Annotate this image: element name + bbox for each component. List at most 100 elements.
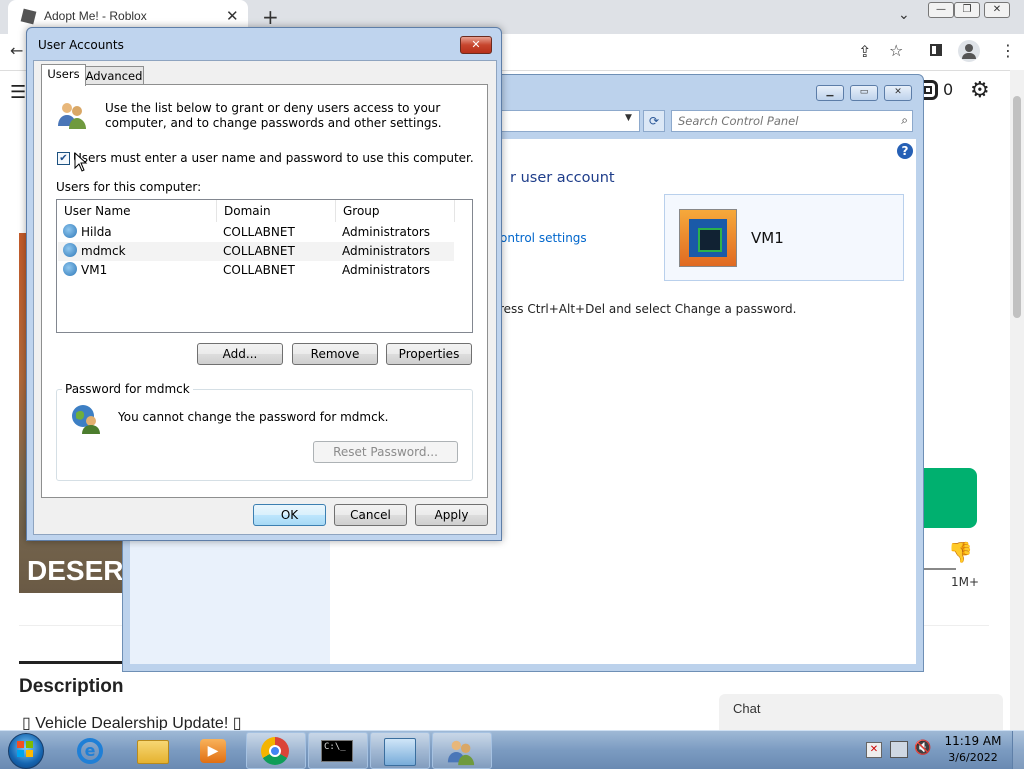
hamburger-menu-icon[interactable]: ☰ — [10, 82, 26, 103]
row-domain: COLLABNET — [223, 263, 295, 277]
close-tab-icon[interactable]: ✕ — [226, 7, 239, 25]
dialog-close-button[interactable]: ✕ — [460, 36, 492, 54]
cp-close-button[interactable]: ✕ — [884, 85, 912, 101]
require-password-label[interactable]: Users must enter a user name and passwor… — [73, 151, 474, 165]
users-tab-panel: Use the list below to grant or deny user… — [41, 84, 488, 498]
vote-bar — [920, 568, 956, 570]
add-user-button[interactable]: Add... — [197, 343, 283, 365]
user-accounts-icon — [447, 740, 475, 766]
browser-close-button[interactable]: ✕ — [984, 2, 1010, 18]
user-icon — [63, 243, 77, 257]
user-card[interactable]: VM1 — [664, 194, 904, 281]
control-panel-taskbar-button[interactable] — [370, 732, 430, 769]
roblox-favicon-icon — [20, 8, 37, 25]
mouse-cursor-icon — [74, 152, 88, 172]
chat-panel[interactable]: Chat — [719, 694, 1003, 730]
password-groupbox — [56, 389, 473, 481]
restore-button[interactable]: ❐ — [954, 2, 980, 18]
network-icon[interactable] — [890, 741, 908, 758]
bookmark-star-icon[interactable]: ☆ — [889, 41, 903, 60]
side-panel-icon[interactable] — [930, 44, 942, 56]
robux-count: 0 — [943, 80, 954, 99]
share-icon[interactable]: ⇪ — [858, 42, 871, 61]
minimize-button[interactable]: — — [928, 2, 954, 18]
column-header-domain[interactable]: Domain — [217, 200, 336, 222]
browser-tab-title: Adopt Me! - Roblox — [44, 9, 147, 23]
search-input[interactable] — [676, 112, 890, 130]
chat-label: Chat — [733, 701, 761, 716]
row-group: Administrators — [342, 263, 431, 277]
row-domain: COLLABNET — [223, 225, 295, 239]
properties-button[interactable]: Properties — [386, 343, 472, 365]
new-tab-button[interactable]: + — [262, 5, 279, 29]
remove-user-button[interactable]: Remove — [292, 343, 378, 365]
volume-muted-icon[interactable]: 🔇 — [914, 740, 931, 756]
description-heading: Description — [19, 676, 124, 697]
reset-password-button[interactable]: Reset Password... — [313, 441, 458, 463]
help-icon[interactable]: ? — [897, 143, 913, 159]
row-group: Administrators — [342, 244, 431, 258]
clock-time[interactable]: 11:19 AM — [940, 734, 1006, 748]
play-icon: ▶ — [200, 739, 226, 763]
table-row[interactable]: mdmck COLLABNET Administrators — [58, 242, 454, 261]
dislike-count: 1M+ — [951, 575, 980, 589]
start-button[interactable] — [4, 731, 46, 769]
refresh-icon[interactable]: ⟳ — [643, 110, 665, 132]
user-card-name: VM1 — [751, 229, 784, 247]
back-arrow-icon[interactable]: ← — [10, 41, 23, 60]
cp-maximize-button[interactable]: ▭ — [850, 85, 878, 101]
intro-text: Use the list below to grant or deny user… — [105, 101, 442, 130]
ie-icon: e — [77, 738, 103, 764]
chrome-icon — [261, 737, 289, 765]
windows-flag-icon — [17, 741, 33, 757]
column-header-group[interactable]: Group — [336, 200, 455, 222]
tab-advanced[interactable]: Advanced — [84, 66, 144, 85]
settings-gear-icon[interactable]: ⚙ — [970, 78, 990, 103]
explorer-taskbar-button[interactable] — [122, 732, 182, 769]
users-icon — [58, 103, 86, 129]
dialog-body: Users Advanced Use the list below to gra… — [33, 60, 497, 535]
column-header-username[interactable]: User Name — [57, 200, 217, 222]
internet-explorer-taskbar-button[interactable]: e — [60, 732, 120, 769]
uac-settings-link[interactable]: ontrol settings — [500, 231, 587, 245]
require-password-checkbox[interactable]: ✔ — [57, 152, 70, 165]
clock-date[interactable]: 3/6/2022 — [940, 751, 1006, 764]
thumbs-down-icon[interactable]: 👎 — [948, 540, 973, 564]
row-username: VM1 — [81, 263, 108, 277]
row-domain: COLLABNET — [223, 244, 295, 258]
search-icon[interactable]: ⌕ — [901, 113, 908, 128]
address-dropdown-icon[interactable]: ▼ — [625, 113, 632, 123]
dialog-title: User Accounts — [38, 38, 124, 52]
profile-avatar-icon[interactable] — [958, 40, 980, 62]
scrollbar-thumb[interactable] — [1013, 96, 1021, 318]
users-list[interactable]: User Name Domain Group Hilda COLLABNET A… — [56, 199, 473, 333]
user-accounts-dialog: User Accounts ✕ Users Advanced Use the l… — [26, 27, 502, 541]
cancel-button[interactable]: Cancel — [334, 504, 407, 526]
browser-menu-icon[interactable]: ⋮ — [1000, 41, 1016, 60]
apply-button[interactable]: Apply — [415, 504, 488, 526]
cmd-icon: C:\_ — [321, 740, 353, 762]
row-username: mdmck — [81, 244, 126, 258]
user-accounts-taskbar-button[interactable] — [432, 732, 492, 769]
table-row[interactable]: Hilda COLLABNET Administrators — [58, 223, 454, 242]
media-player-taskbar-button[interactable]: ▶ — [184, 732, 244, 769]
search-box[interactable]: ⌕ — [671, 110, 913, 132]
tab-underline — [19, 661, 123, 664]
show-desktop-button[interactable] — [1012, 731, 1024, 769]
page-scrollbar[interactable] — [1010, 70, 1024, 730]
action-center-icon[interactable]: ✕ — [866, 742, 882, 758]
tab-users[interactable]: Users — [41, 64, 86, 86]
users-list-label: Users for this computer: — [56, 180, 202, 194]
taskbar: e ▶ C:\_ ✕ 🔇 11:19 AM 3/6/2022 — [0, 730, 1024, 769]
user-icon — [63, 262, 77, 276]
cmd-taskbar-button[interactable]: C:\_ — [308, 732, 368, 769]
user-globe-icon — [72, 405, 100, 434]
cp-heading: r user account — [510, 170, 615, 186]
ok-button[interactable]: OK — [253, 504, 326, 526]
play-button[interactable] — [918, 468, 977, 528]
tab-search-icon[interactable]: ⌄ — [898, 7, 910, 23]
row-group: Administrators — [342, 225, 431, 239]
chrome-taskbar-button[interactable] — [246, 732, 306, 769]
cp-minimize-button[interactable]: ▁ — [816, 85, 844, 101]
table-row[interactable]: VM1 COLLABNET Administrators — [58, 261, 454, 280]
